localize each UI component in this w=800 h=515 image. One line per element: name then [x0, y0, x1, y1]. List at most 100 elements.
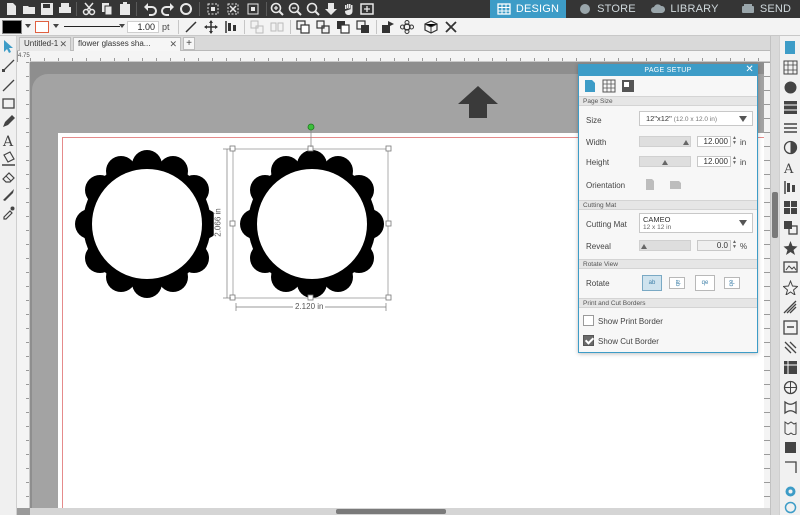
compound-path-icon[interactable] [336, 20, 350, 34]
line-style-preview[interactable] [64, 26, 120, 27]
undo-icon[interactable] [143, 2, 157, 16]
tab-send[interactable]: SEND [736, 0, 796, 18]
resize-handle[interactable] [229, 294, 236, 301]
line-draw-icon[interactable] [1, 78, 16, 93]
layers-icon[interactable] [783, 360, 798, 375]
resize-handle[interactable] [385, 220, 392, 227]
reveal-input[interactable]: 0.0 [697, 240, 731, 251]
cut-icon[interactable] [82, 2, 96, 16]
flower-shape-selected[interactable] [240, 150, 384, 298]
group-icon[interactable] [296, 20, 310, 34]
align-icon[interactable] [224, 20, 238, 34]
fill-color-icon[interactable] [783, 80, 798, 95]
pattern-fill-icon[interactable] [783, 340, 798, 355]
text-style-icon[interactable]: A [783, 160, 798, 175]
pencil-icon[interactable] [1, 114, 16, 129]
close-tab-icon[interactable]: ✕ [59, 38, 67, 50]
line-weight-input[interactable]: 1.00 [127, 21, 159, 33]
tab-flower-glasses[interactable]: flower glasses sha... ✕ [73, 37, 181, 51]
horizontal-scroll-thumb[interactable] [336, 509, 446, 514]
print-cut-icon[interactable] [783, 320, 798, 335]
add-tab-button[interactable]: + [183, 37, 195, 50]
portrait-icon[interactable] [645, 178, 655, 191]
print-icon[interactable] [58, 2, 72, 16]
settings-gear-icon[interactable] [783, 484, 798, 499]
emboss-icon[interactable] [783, 380, 798, 395]
show-print-border-checkbox[interactable] [583, 315, 594, 326]
zoom-out-icon[interactable] [288, 2, 302, 16]
refresh-icon[interactable] [179, 2, 193, 16]
fill-pattern-icon[interactable] [783, 100, 798, 115]
rotate-90-button[interactable]: ab [669, 277, 685, 289]
close-icon[interactable]: ✕ [745, 64, 754, 75]
resize-handle[interactable] [307, 145, 314, 152]
star-outline-icon[interactable] [783, 280, 798, 295]
edit-points-icon[interactable] [246, 2, 260, 16]
zoom-selection-icon[interactable] [306, 2, 320, 16]
rotate-0-button[interactable]: ab [642, 275, 662, 291]
send-to-back-icon[interactable] [381, 20, 395, 34]
resize-handle[interactable] [307, 294, 314, 301]
grid-tab-icon[interactable] [602, 79, 616, 93]
release-compound-icon[interactable] [356, 20, 370, 34]
landscape-icon[interactable] [669, 180, 682, 190]
paste-icon[interactable] [118, 2, 132, 16]
vertical-scroll-thumb[interactable] [772, 192, 778, 238]
width-stepper[interactable]: ▲ ▼ [732, 136, 738, 147]
rectangle-icon[interactable] [1, 96, 16, 111]
box-3d-icon[interactable] [424, 20, 438, 34]
reveal-slider[interactable] [639, 240, 691, 251]
eraser-icon[interactable] [1, 169, 16, 184]
height-slider[interactable] [639, 156, 691, 167]
resize-handle[interactable] [385, 145, 392, 152]
warp-icon[interactable] [783, 400, 798, 415]
resize-handle[interactable] [229, 220, 236, 227]
height-input[interactable]: 12.000 [697, 156, 731, 167]
text-icon[interactable]: A [1, 133, 16, 148]
replicate-icon[interactable] [250, 20, 264, 34]
page-tab-icon[interactable] [583, 79, 597, 93]
new-file-icon[interactable] [4, 2, 18, 16]
ungroup-icon[interactable] [316, 20, 330, 34]
horizontal-scrollbar[interactable] [30, 508, 770, 515]
resize-handle[interactable] [229, 145, 236, 152]
width-input[interactable]: 12.000 [697, 136, 731, 147]
refresh-panel-icon[interactable] [783, 500, 798, 515]
modify-icon[interactable] [783, 220, 798, 235]
tab-design[interactable]: DESIGN [490, 0, 566, 18]
eyedropper-icon[interactable] [1, 205, 16, 220]
height-stepper[interactable]: ▲ ▼ [732, 156, 738, 167]
transparency-icon[interactable] [783, 140, 798, 155]
rotate-270-button[interactable]: qe [724, 277, 740, 289]
deselect-icon[interactable] [226, 2, 240, 16]
redo-icon[interactable] [161, 2, 175, 16]
move-tool-icon[interactable] [204, 20, 218, 34]
trace-icon[interactable] [783, 260, 798, 275]
line-style-dropdown-icon[interactable] [119, 24, 125, 28]
mirror-icon[interactable] [270, 20, 284, 34]
tab-store[interactable]: STORE [572, 0, 642, 18]
library-icon[interactable] [783, 440, 798, 455]
resize-handle[interactable] [385, 294, 392, 301]
pan-hand-icon[interactable] [342, 2, 356, 16]
grid-settings-icon[interactable] [783, 60, 798, 75]
rotate-handle[interactable] [307, 123, 315, 131]
close-tab-icon[interactable]: ✕ [169, 38, 177, 50]
offset-icon[interactable] [783, 240, 798, 255]
align-panel-icon[interactable] [783, 180, 798, 195]
select-arrow-icon[interactable] [1, 39, 16, 54]
tab-library[interactable]: LIBRARY [650, 0, 720, 18]
fit-page-icon[interactable] [360, 2, 374, 16]
reveal-stepper[interactable]: ▲ ▼ [732, 240, 738, 251]
replicate-panel-icon[interactable] [783, 200, 798, 215]
fill-bucket-icon[interactable] [1, 151, 16, 166]
tab-untitled-1[interactable]: Untitled-1 ✕ [19, 37, 71, 51]
rulers-icon[interactable] [783, 460, 798, 475]
edit-point-icon[interactable] [1, 58, 16, 73]
vertical-scrollbar[interactable] [770, 36, 779, 515]
line-style-icon[interactable] [783, 120, 798, 135]
knife-icon[interactable] [1, 187, 16, 202]
fill-dropdown-icon[interactable] [25, 24, 31, 28]
rotate-180-button[interactable]: qe [695, 275, 715, 291]
sketch-icon[interactable] [783, 300, 798, 315]
